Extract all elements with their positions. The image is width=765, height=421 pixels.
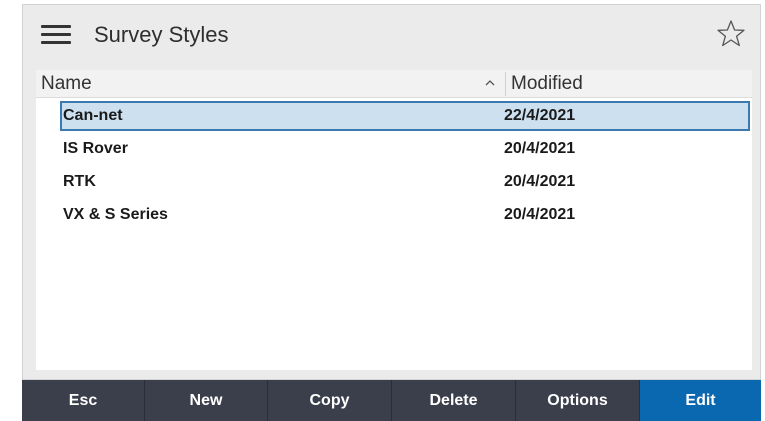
row-modified: 20/4/2021 (504, 206, 576, 223)
row-name: RTK (63, 173, 96, 190)
copy-button[interactable]: Copy (268, 380, 392, 421)
edit-button[interactable]: Edit (640, 380, 761, 421)
app-window: Survey Styles Name Modified Can-net 22/4… (22, 4, 761, 380)
hamburger-menu-icon[interactable] (41, 25, 71, 45)
table-row-can-net[interactable]: Can-net 22/4/2021 (60, 101, 750, 131)
column-divider[interactable] (505, 72, 506, 96)
row-modified: 22/4/2021 (504, 107, 576, 124)
column-header-name[interactable]: Name (41, 72, 92, 96)
sort-ascending-icon[interactable] (483, 76, 497, 90)
options-button[interactable]: Options (516, 380, 640, 421)
bottom-toolbar: Esc New Copy Delete Options Edit (22, 380, 761, 421)
table-row-vx-s-series[interactable]: VX & S Series 20/4/2021 (60, 200, 750, 230)
star-icon[interactable] (716, 19, 746, 49)
app-header: Survey Styles (23, 5, 760, 65)
table-row-is-rover[interactable]: IS Rover 20/4/2021 (60, 134, 750, 164)
delete-button[interactable]: Delete (392, 380, 516, 421)
column-header-modified[interactable]: Modified (511, 72, 583, 96)
list-column-header: Name Modified (36, 70, 752, 98)
row-name: Can-net (63, 107, 123, 124)
page-title: Survey Styles (94, 22, 229, 47)
new-button[interactable]: New (145, 380, 268, 421)
row-name: VX & S Series (63, 206, 168, 223)
row-modified: 20/4/2021 (504, 140, 576, 157)
row-modified: 20/4/2021 (504, 173, 576, 190)
survey-styles-list: Name Modified Can-net 22/4/2021 IS Rover… (36, 70, 752, 370)
esc-button[interactable]: Esc (22, 380, 145, 421)
table-row-rtk[interactable]: RTK 20/4/2021 (60, 167, 750, 197)
row-name: IS Rover (63, 140, 128, 157)
